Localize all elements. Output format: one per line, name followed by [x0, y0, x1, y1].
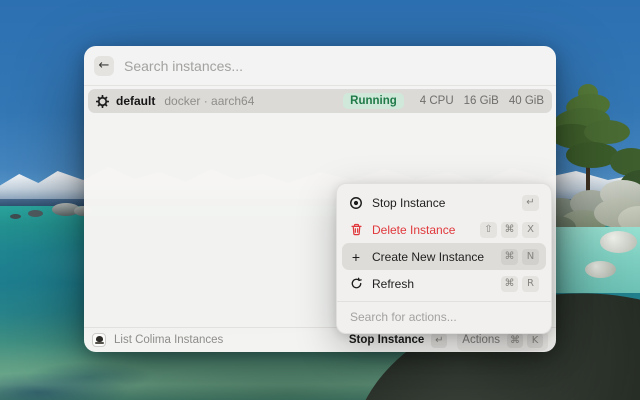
- command-label: List Colima Instances: [114, 334, 223, 346]
- current-command: List Colima Instances: [92, 333, 223, 347]
- menu-item-refresh[interactable]: Refresh ⌘ R: [342, 270, 546, 297]
- menu-item-delete-instance[interactable]: Delete Instance ⇧ ⌘ X: [342, 216, 546, 243]
- stop-icon: [349, 196, 363, 210]
- desktop-wallpaper: ← default doc: [0, 0, 640, 400]
- x-key: X: [522, 222, 539, 238]
- plus-icon: +: [349, 250, 363, 264]
- return-key: ↵: [522, 195, 539, 211]
- search-input[interactable]: [124, 58, 544, 74]
- k-key: K: [527, 333, 543, 348]
- menu-item-stop-instance[interactable]: Stop Instance ↵: [342, 189, 546, 216]
- cmd-key: ⌘: [507, 333, 523, 348]
- wallpaper-shore-rock: [10, 214, 21, 219]
- gear-icon: [96, 95, 109, 108]
- wallpaper-shore-rock: [28, 210, 43, 217]
- instance-memory: 16 GiB: [464, 95, 499, 107]
- instance-cpu: 4 CPU: [420, 95, 454, 107]
- shift-key: ⇧: [480, 222, 497, 238]
- trash-icon: [349, 223, 363, 236]
- search-bar: ←: [84, 46, 556, 86]
- back-button[interactable]: ←: [94, 56, 114, 76]
- actions-search-input[interactable]: [342, 302, 546, 333]
- cmd-key: ⌘: [501, 222, 518, 238]
- status-badge: Running: [343, 93, 404, 109]
- instance-name: default: [116, 94, 155, 108]
- actions-menu: Stop Instance ↵ Delete Instance ⇧ ⌘ X: [336, 183, 552, 334]
- refresh-icon: [349, 277, 363, 290]
- back-arrow-icon: ←: [99, 58, 110, 73]
- instance-disk: 40 GiB: [509, 95, 544, 107]
- wallpaper-pine-foliage: [584, 120, 630, 144]
- menu-item-create-new-instance[interactable]: + Create New Instance ⌘ N: [342, 243, 546, 270]
- primary-action-label[interactable]: Stop Instance: [349, 334, 424, 346]
- cmd-key: ⌘: [501, 276, 518, 292]
- colima-app-icon: [92, 333, 106, 347]
- r-key: R: [522, 276, 539, 292]
- n-key: N: [522, 249, 539, 265]
- wallpaper-water-boulder: [585, 261, 616, 278]
- wallpaper-water-boulder: [600, 231, 637, 253]
- instance-subtitle: docker · aarch64: [164, 94, 254, 108]
- instance-list: default docker · aarch64 Running 4 CPU 1…: [84, 86, 556, 116]
- instance-row-default[interactable]: default docker · aarch64 Running 4 CPU 1…: [88, 89, 552, 113]
- cmd-key: ⌘: [501, 249, 518, 265]
- actions-button-label: Actions: [462, 334, 500, 346]
- return-key: ↵: [431, 333, 447, 348]
